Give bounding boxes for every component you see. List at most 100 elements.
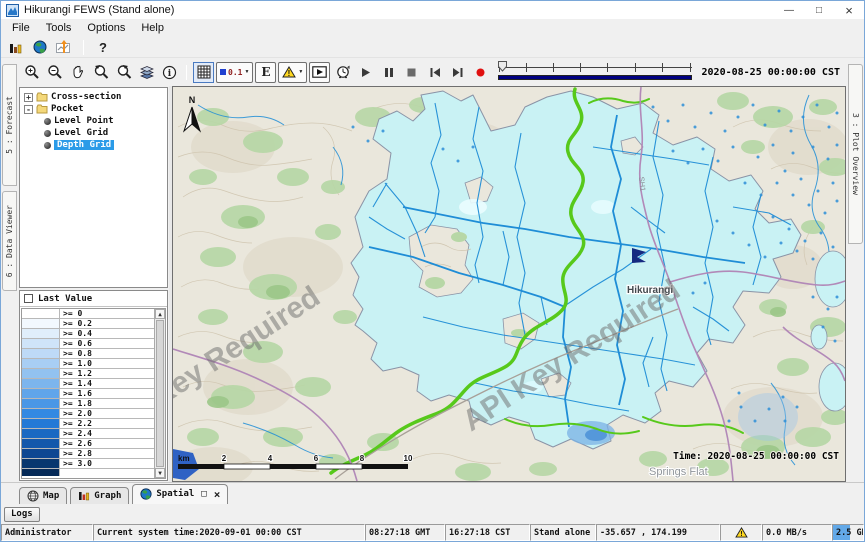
svg-text:i: i	[168, 69, 172, 79]
grid-icon	[197, 65, 211, 79]
sidebar-tab-data-viewer[interactable]: 6 : Data Viewer	[2, 191, 17, 291]
spatial-globe-icon	[140, 488, 152, 500]
map-display-button[interactable]	[31, 39, 49, 55]
pause-button[interactable]	[378, 62, 399, 83]
legend-row: >= 2.4	[22, 429, 154, 439]
tree-item-level-point[interactable]: Level Point	[20, 115, 167, 127]
spatial-display-button[interactable]	[55, 39, 73, 55]
minimize-button[interactable]: —	[774, 1, 804, 19]
graph-icon	[78, 490, 90, 501]
road-label-sh1: SH1	[637, 176, 647, 191]
tree-item-level-grid[interactable]: Level Grid	[20, 127, 167, 139]
question-icon: ?	[99, 40, 107, 55]
tree-item-label-selected: Depth Grid	[54, 140, 114, 150]
map-view[interactable]: SH1 Hikurangi Springs Flat API Key Requi…	[172, 86, 846, 482]
zoom-previous-button[interactable]	[90, 62, 111, 83]
svg-text:!: !	[288, 69, 291, 78]
timeline-date: 2020-08-25 00:00:00 CST	[702, 67, 840, 78]
play-button[interactable]	[355, 62, 376, 83]
map-canvas[interactable]: SH1 Hikurangi Springs Flat API Key Requi…	[173, 87, 845, 481]
left-tab-strip: 5 : Forecast 6 : Data Viewer	[1, 58, 18, 482]
logs-button[interactable]: Logs	[4, 507, 40, 522]
legend-row: >= 3.0	[22, 459, 154, 469]
legend-scrollbar[interactable]: ▲ ▼	[154, 309, 165, 478]
hand-icon	[70, 65, 85, 80]
legend-row: >= 0.4	[22, 329, 154, 339]
zoom-next-button[interactable]	[113, 62, 134, 83]
class-dot-icon	[220, 69, 226, 75]
tab-map[interactable]: Map	[19, 487, 67, 504]
menu-item-options[interactable]: Options	[79, 21, 133, 35]
info-icon: i	[162, 65, 177, 80]
tree-item-cross-section[interactable]: + Cross-section	[20, 91, 167, 103]
help-button[interactable]: ?	[94, 39, 112, 55]
timeline-handle[interactable]	[498, 61, 508, 72]
status-warning[interactable]: !	[720, 524, 762, 541]
status-memory: 2.5 GB	[832, 524, 864, 541]
legend-table: >= 0 >= 0.2 >= 0.4 >= 0.6 >= 0.8 >= 1.0 …	[22, 309, 154, 478]
scroll-up-icon[interactable]: ▲	[155, 309, 165, 319]
tree-item-label: Cross-section	[51, 92, 121, 102]
toolbar-separator	[83, 40, 84, 55]
svg-text:10: 10	[404, 454, 413, 463]
svg-text:2: 2	[222, 454, 227, 463]
bar-chart-icon	[9, 41, 23, 54]
replay-timer-button[interactable]	[332, 62, 353, 83]
warning-dropdown[interactable]: ! ▼	[278, 62, 307, 83]
tree-item-pocket[interactable]: - Pocket	[20, 103, 167, 115]
menu-item-tools[interactable]: Tools	[38, 21, 80, 35]
layer-tree: + Cross-section - Pocket Level Point	[19, 87, 168, 288]
maximize-button[interactable]: □	[804, 1, 834, 19]
expand-icon[interactable]: +	[24, 93, 33, 102]
chart-arrow-icon	[56, 40, 72, 54]
tree-item-depth-grid[interactable]: Depth Grid	[20, 139, 167, 151]
tab-spatial[interactable]: Spatial □ ×	[132, 484, 228, 504]
collapse-icon[interactable]: -	[24, 105, 33, 114]
stop-button[interactable]	[401, 62, 422, 83]
step-forward-button[interactable]	[447, 62, 468, 83]
play-icon	[360, 67, 371, 78]
close-button[interactable]: ×	[834, 1, 864, 19]
last-value-checkbox[interactable]	[24, 294, 33, 303]
toolbar-primary: ?	[1, 37, 864, 58]
svg-text:4: 4	[268, 454, 273, 463]
logs-bar: Logs	[1, 504, 864, 524]
close-tab-icon[interactable]: ×	[214, 488, 221, 501]
sidebar-tab-plot-overview[interactable]: 3 : Plot Overview	[848, 64, 863, 244]
legend-row: >= 1.0	[22, 359, 154, 369]
record-button[interactable]	[470, 62, 491, 83]
zoom-out-button[interactable]	[44, 62, 65, 83]
scroll-down-icon[interactable]: ▼	[155, 468, 165, 478]
legend-row: >= 0.2	[22, 319, 154, 329]
bullet-icon	[44, 130, 51, 137]
scrollbar-thumb[interactable]	[156, 320, 164, 467]
menu-item-file[interactable]: File	[4, 21, 38, 35]
right-tab-strip: 3 : Plot Overview	[846, 58, 864, 482]
step-back-button[interactable]	[424, 62, 445, 83]
database-display-button[interactable]	[7, 39, 25, 55]
layers-icon	[139, 64, 155, 80]
zoom-in-button[interactable]	[21, 62, 42, 83]
presentation-button[interactable]	[309, 62, 330, 83]
menubar: File Tools Options Help	[1, 19, 864, 37]
label-icon: E	[261, 65, 270, 79]
tab-graph[interactable]: Graph	[70, 487, 129, 504]
legend-row: >= 0	[22, 309, 154, 319]
menu-item-help[interactable]: Help	[133, 21, 172, 35]
label-button[interactable]: E	[255, 62, 276, 83]
sidebar-tab-forecast[interactable]: 5 : Forecast	[2, 64, 17, 186]
maximize-tab-icon[interactable]: □	[201, 489, 206, 499]
warning-icon: !	[282, 66, 296, 78]
interval-dropdown[interactable]: 0.1 ▼	[216, 62, 253, 83]
svg-text:N: N	[189, 95, 196, 105]
step-forward-icon	[452, 67, 464, 78]
timeline-slider[interactable]	[498, 60, 691, 84]
status-transfer-rate: 0.0 MB/s	[762, 524, 832, 541]
status-gmt-time: 08:27:18 GMT	[365, 524, 445, 541]
layers-button[interactable]	[136, 62, 157, 83]
pan-button[interactable]	[67, 62, 88, 83]
grid-display-button[interactable]	[193, 62, 214, 83]
tree-item-label: Pocket	[51, 104, 84, 114]
info-button[interactable]: i	[159, 62, 180, 83]
folder-icon	[36, 92, 48, 102]
